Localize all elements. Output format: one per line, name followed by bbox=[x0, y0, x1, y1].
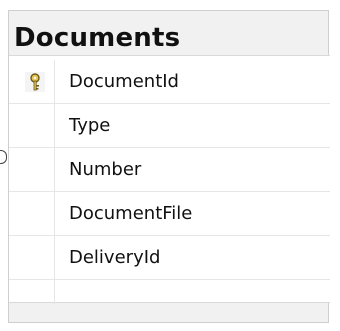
table-title: Documents bbox=[14, 23, 181, 53]
row-gutter bbox=[17, 148, 55, 191]
column-name: DeliveryId bbox=[69, 247, 161, 268]
column-list: DocumentId Type Number DocumentFile Deli… bbox=[9, 55, 330, 304]
column-name: Number bbox=[69, 159, 142, 180]
row-gutter bbox=[17, 280, 55, 304]
row-gutter bbox=[17, 60, 55, 103]
column-row-documentid[interactable]: DocumentId bbox=[9, 60, 330, 104]
relationship-connector bbox=[0, 150, 7, 164]
documents-table[interactable]: Documents DocumentId Type Number Documen… bbox=[8, 10, 330, 323]
row-gutter bbox=[17, 104, 55, 147]
column-row-documentfile[interactable]: DocumentFile bbox=[9, 192, 330, 236]
row-gutter bbox=[17, 236, 55, 279]
column-row-deliveryid[interactable]: DeliveryId bbox=[9, 236, 330, 280]
column-name: DocumentFile bbox=[69, 203, 193, 224]
column-name: DocumentId bbox=[69, 71, 179, 92]
empty-row bbox=[9, 280, 330, 304]
row-gutter bbox=[17, 192, 55, 235]
key-icon bbox=[25, 72, 45, 92]
column-name: Type bbox=[69, 115, 111, 136]
column-row-type[interactable]: Type bbox=[9, 104, 330, 148]
column-row-number[interactable]: Number bbox=[9, 148, 330, 192]
